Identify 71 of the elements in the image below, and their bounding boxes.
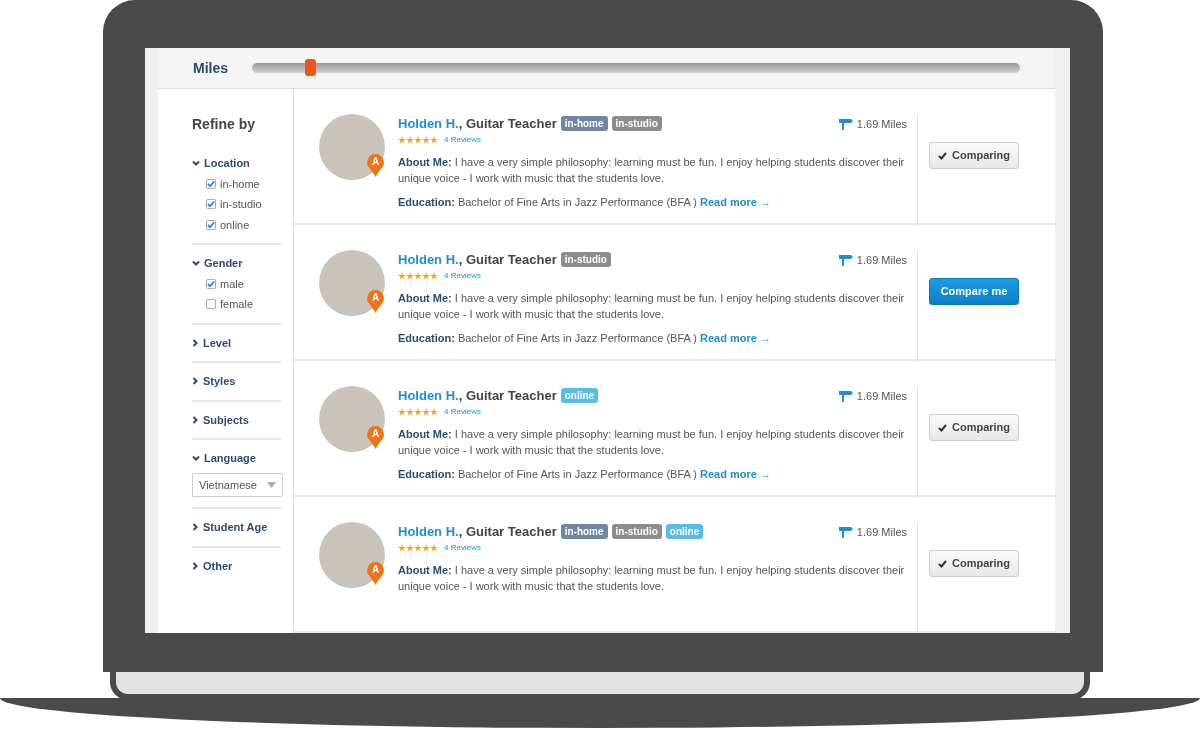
signpost-icon — [838, 525, 853, 538]
check-icon — [937, 424, 947, 433]
check-icon — [937, 560, 947, 569]
signpost-icon — [838, 389, 853, 402]
teacher-name-link[interactable]: Holden H. — [398, 250, 459, 270]
distance-text: 1.69 Miles — [856, 388, 907, 404]
map-pin: A — [367, 562, 384, 585]
checkbox[interactable] — [206, 199, 216, 210]
about-text: About Me: I have a very simple philosophy: learning must be fun. I enjoy helping students discover their unique voice - I work with music that the students love. — [398, 426, 906, 458]
location-tag: in-studio — [611, 116, 662, 132]
teacher-name-link[interactable]: Holden H. — [398, 386, 459, 406]
filter-toggle[interactable]: Other — [192, 557, 281, 574]
location-tag: in-studio — [611, 524, 662, 540]
teacher-role: , Guitar Teacher — [458, 387, 557, 405]
location-tag: in-home — [560, 524, 608, 540]
about-text: About Me: I have a very simple philosophy: learning must be fun. I enjoy helping students discover their unique voice - I work with music that the students love. — [398, 562, 906, 594]
distance-text: 1.69 Miles — [856, 116, 907, 132]
read-more-link[interactable]: Read more → — [700, 195, 771, 208]
option-label: in-studio — [220, 197, 262, 212]
filter-toggle[interactable]: Student Age — [192, 519, 281, 536]
slider-thumb[interactable] — [304, 59, 316, 76]
filter-toggle[interactable]: Language — [192, 450, 281, 467]
teacher-role: , Guitar Teacher — [458, 251, 557, 269]
miles-label: Miles — [193, 58, 228, 78]
location-tag: online — [665, 524, 704, 540]
comparing-button[interactable]: Comparing — [929, 550, 1019, 577]
teacher-role: , Guitar Teacher — [458, 523, 557, 541]
teacher-role: , Guitar Teacher — [458, 115, 557, 133]
filter-toggle[interactable]: Subjects — [192, 411, 281, 428]
filter-toggle[interactable]: Location — [192, 155, 281, 172]
reviews-link[interactable]: 4 Reviews — [444, 133, 481, 146]
reviews-link[interactable]: 4 Reviews — [444, 269, 481, 282]
caret-icon — [267, 481, 276, 488]
location-tag: in-home — [560, 116, 608, 132]
filter-toggle[interactable]: Styles — [192, 373, 281, 390]
comparing-button[interactable]: Comparing — [929, 414, 1019, 441]
compare-button[interactable]: Compare me — [929, 278, 1019, 305]
read-more-link[interactable]: Read more → — [700, 467, 771, 480]
checkbox[interactable] — [206, 178, 216, 189]
distance-text: 1.69 Miles — [856, 252, 907, 268]
education-text: Education: Bachelor of Fine Arts in Jazz Performance (BFA ) — [398, 195, 697, 208]
sidebar-title: Refine by — [192, 115, 256, 134]
location-tag: in-studio — [560, 252, 611, 268]
filter-toggle[interactable]: Gender — [192, 255, 281, 272]
reviews-link[interactable]: 4 Reviews — [444, 405, 481, 418]
about-text: About Me: I have a very simple philosophy: learning must be fun. I enjoy helping students discover their unique voice - I work with music that the students love. — [398, 154, 906, 186]
map-pin: A — [367, 290, 384, 313]
checkbox[interactable] — [206, 219, 216, 230]
map-pin: A — [367, 426, 384, 449]
distance-text: 1.69 Miles — [856, 524, 907, 540]
language-select[interactable]: Vietnamese — [192, 472, 283, 497]
read-more-link[interactable]: Read more → — [700, 331, 771, 344]
option-label: female — [220, 297, 254, 312]
teacher-name-link[interactable]: Holden H. — [398, 114, 459, 134]
location-tag: online — [560, 388, 599, 404]
reviews-link[interactable]: 4 Reviews — [444, 541, 481, 554]
signpost-icon — [838, 253, 853, 266]
signpost-icon — [838, 117, 853, 130]
option-label: online — [220, 217, 250, 233]
comparing-button[interactable]: Comparing — [929, 142, 1019, 169]
checkbox[interactable] — [206, 278, 216, 289]
teacher-name-link[interactable]: Holden H. — [398, 522, 459, 542]
option-label: in-home — [220, 176, 260, 192]
education-text: Education: Bachelor of Fine Arts in Jazz Performance (BFA ) — [398, 331, 697, 344]
checkbox[interactable] — [206, 299, 216, 310]
map-pin: A — [367, 154, 384, 177]
about-text: About Me: I have a very simple philosophy: learning must be fun. I enjoy helping students discover their unique voice - I work with music that the students love. — [398, 290, 906, 322]
option-label: male — [220, 276, 244, 292]
filter-toggle[interactable]: Level — [192, 334, 281, 351]
education-text: Education: Bachelor of Fine Arts in Jazz Performance (BFA ) — [398, 467, 697, 480]
check-icon — [937, 152, 947, 161]
